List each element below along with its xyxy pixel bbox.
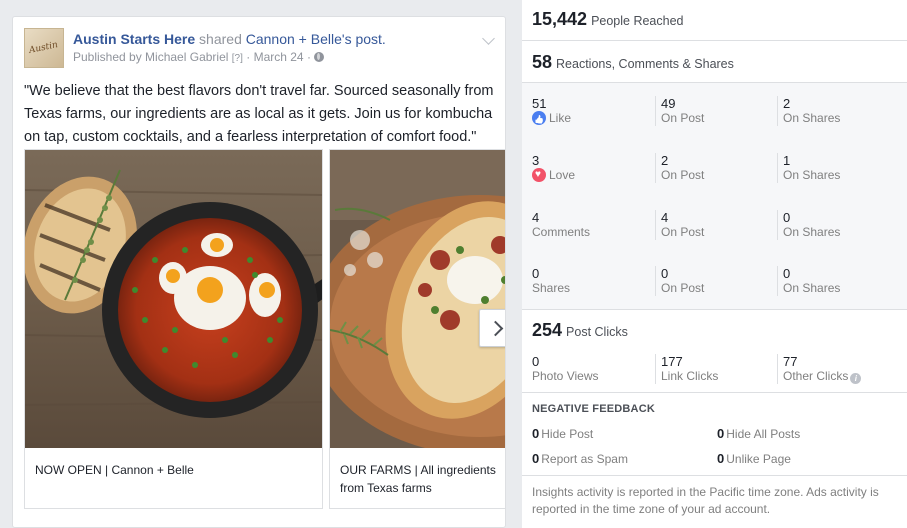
like-icon [532,111,546,125]
post-body: "We believe that the best flavors don't … [24,83,494,145]
original-page-link[interactable]: Cannon + Belle's post. [246,31,386,47]
timezone-note: Insights activity is reported in the Pac… [532,485,879,516]
photo-views: 0 Photo Views [532,354,599,383]
carousel: NOW OPEN | Cannon + Belle OUR FARMS | Al… [24,149,505,509]
card-image-pizza[interactable] [330,150,505,448]
hide-all-posts: 0 Hide All Posts [717,426,801,441]
card-caption[interactable]: NOW OPEN | Cannon + Belle [35,461,316,479]
shares-on-post: 0 On Post [655,266,770,296]
post-date[interactable]: March 24 [254,50,304,64]
shares-count: 0 Shares [532,266,571,295]
info-icon[interactable]: i [850,373,862,384]
shared-text: shared [199,31,242,47]
card-image-skillet[interactable] [25,150,322,448]
globe-icon [314,52,325,62]
post-meta: Published by Michael Gabriel [?] · March… [73,50,325,64]
like-count: 51 Like [532,96,647,126]
post-card: Austin Austin Starts Here shared Cannon … [12,16,506,528]
report-as-spam: 0 Report as Spam [532,451,628,466]
engagement-total: 58 Reactions, Comments & Shares [532,52,734,72]
post-header: Austin Austin Starts Here shared Cannon … [24,28,495,72]
post-attribution: Austin Starts Here shared Cannon + Belle… [73,31,386,47]
other-clicks: 77 Other Clicks i [777,354,892,384]
love-on-post: 2 On Post [655,153,770,183]
comments-count: 4 Comments [532,210,591,239]
unlike-page: 0 Unlike Page [717,451,791,466]
like-on-shares: 2 On Shares [777,96,892,126]
help-link[interactable]: [?] [232,53,243,64]
post-clicks-total: 254 Post Clicks [532,320,628,340]
carousel-card[interactable]: NOW OPEN | Cannon + Belle [24,149,323,509]
like-on-post: 49 On Post [655,96,770,126]
insights-panel: 15,442 People Reached 58 Reactions, Commen… [522,0,907,528]
negative-feedback-title: NEGATIVE FEEDBACK [532,403,655,415]
page-avatar[interactable]: Austin [24,28,64,68]
hide-post: 0 Hide Post [532,426,594,441]
comments-on-post: 4 On Post [655,210,770,240]
love-on-shares: 1 On Shares [777,153,892,183]
chevron-right-icon [487,320,504,336]
shares-on-shares: 0 On Shares [777,266,892,296]
carousel-next-button[interactable] [479,309,505,347]
comments-on-shares: 0 On Shares [777,210,892,240]
published-by: Published by Michael Gabriel [73,50,229,64]
link-clicks: 177 Link Clicks [655,354,770,384]
chevron-down-icon[interactable] [482,32,495,45]
reactions-breakdown: 51 Like 49On Post 2On Shares 3 Love 2On … [522,83,907,309]
love-icon [532,168,546,182]
card-caption[interactable]: OUR FARMS | All ingredients from Texas f… [340,461,505,497]
page-name-link[interactable]: Austin Starts Here [73,31,195,47]
love-count: 3 Love [532,153,647,183]
people-reached: 15,442 People Reached [532,9,684,29]
